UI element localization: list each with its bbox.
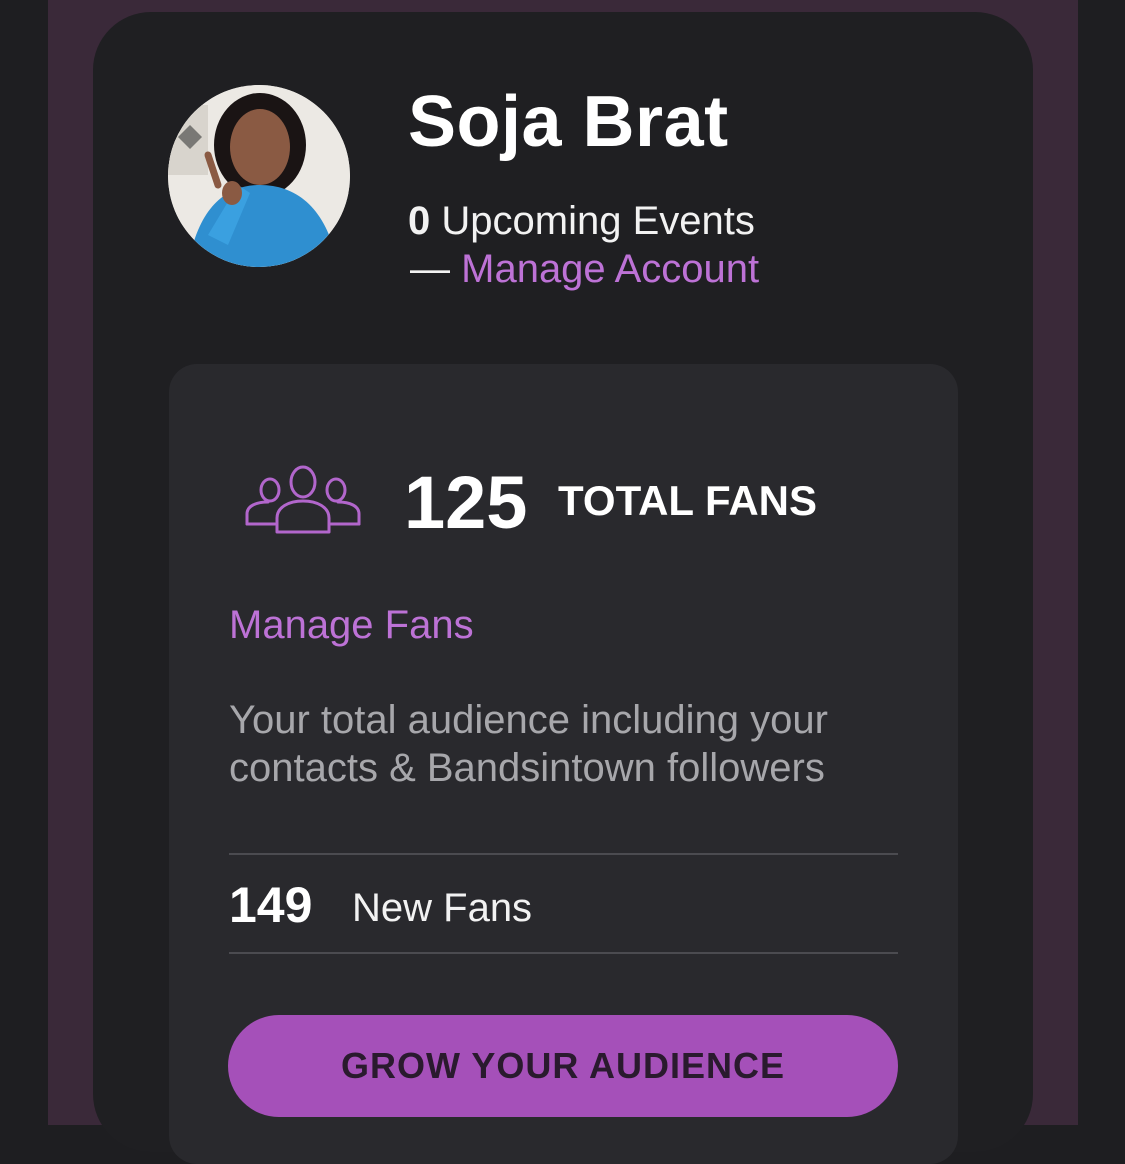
upcoming-events: 0 Upcoming Events xyxy=(408,197,755,245)
artist-name: Soja Brat xyxy=(408,82,729,162)
fans-description: Your total audience including your conta… xyxy=(229,698,828,790)
upcoming-events-label: Upcoming Events xyxy=(441,199,755,243)
total-fans-count: 125 xyxy=(404,461,528,544)
divider-top xyxy=(229,853,898,855)
manage-account-row: — Manage Account xyxy=(410,245,759,293)
manage-account-link[interactable]: Manage Account xyxy=(461,247,759,291)
new-fans-label: New Fans xyxy=(352,886,533,930)
total-fans-label: TOTAL FANS xyxy=(558,477,818,524)
users-group-icon xyxy=(245,465,361,534)
new-fans-count: 149 xyxy=(229,877,313,933)
manage-fans-link[interactable]: Manage Fans xyxy=(229,601,474,649)
avatar-photo-icon xyxy=(168,85,350,267)
upcoming-events-count: 0 xyxy=(408,199,431,243)
artist-avatar[interactable] xyxy=(168,85,350,267)
dash-separator: — xyxy=(410,247,450,291)
grow-your-audience-button[interactable]: GROW YOUR AUDIENCE xyxy=(228,1015,898,1117)
divider-bottom xyxy=(229,952,898,954)
